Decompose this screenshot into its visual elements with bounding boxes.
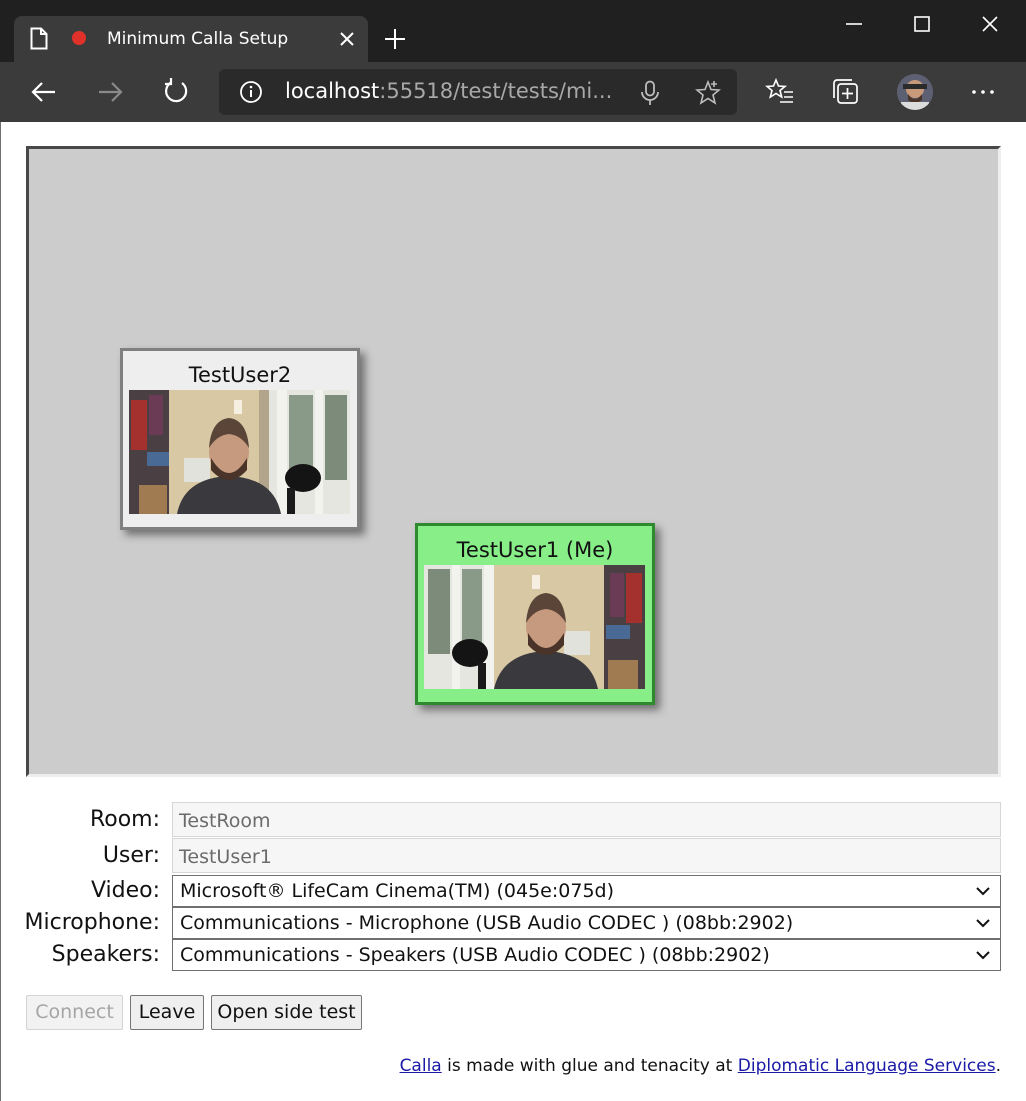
more-icon[interactable] — [968, 77, 998, 107]
address-bar[interactable]: localhost:55518/test/tests/mi... — [219, 69, 737, 115]
user-field[interactable]: TestUser1 — [172, 838, 1001, 873]
video-frame-image — [424, 565, 645, 689]
url-text[interactable]: localhost:55518/test/tests/mi... — [285, 79, 612, 103]
speakers-select[interactable]: Communications - Speakers (USB Audio COD… — [172, 939, 1001, 971]
window-close-icon[interactable] — [976, 10, 1004, 38]
url-host: localhost — [285, 79, 380, 103]
participant-tile[interactable]: TestUser2 — [120, 348, 360, 530]
participant-video — [129, 390, 350, 514]
video-frame-image — [129, 390, 350, 514]
microphone-select-value: Communications - Microphone (USB Audio C… — [180, 912, 794, 934]
info-icon[interactable] — [239, 80, 263, 104]
speakers-label: Speakers: — [51, 942, 160, 967]
recording-dot-icon — [72, 31, 86, 45]
call-stage: TestUser2 TestUser1 (Me) — [26, 146, 1001, 777]
footer-text: is made with glue and tenacity at — [441, 1056, 738, 1076]
page-icon — [30, 27, 48, 50]
favorites-list-icon[interactable] — [765, 77, 795, 107]
speakers-select-value: Communications - Speakers (USB Audio COD… — [180, 944, 770, 966]
participant-tile-me[interactable]: TestUser1 (Me) — [415, 523, 655, 705]
microphone-icon[interactable] — [639, 80, 661, 106]
close-tab-icon[interactable] — [336, 28, 358, 50]
leave-button[interactable]: Leave — [130, 995, 204, 1030]
minimize-icon[interactable] — [840, 10, 868, 38]
back-arrow-icon[interactable] — [29, 77, 59, 107]
user-label: User: — [102, 843, 160, 868]
browser-title-bar: Minimum Calla Setup — [0, 0, 1026, 62]
footer: Calla is made with glue and tenacity at … — [400, 1056, 1001, 1076]
footer-period: . — [995, 1056, 1001, 1076]
chevron-down-icon — [976, 919, 990, 928]
browser-toolbar: localhost:55518/test/tests/mi... — [0, 62, 1026, 122]
microphone-select[interactable]: Communications - Microphone (USB Audio C… — [172, 907, 1001, 939]
collections-icon[interactable] — [831, 77, 861, 107]
video-select-value: Microsoft® LifeCam Cinema(TM) (045e:075d… — [180, 880, 615, 902]
calla-link[interactable]: Calla — [400, 1056, 442, 1076]
room-field[interactable]: TestRoom — [172, 802, 1001, 837]
room-label: Room: — [89, 807, 160, 832]
url-path: :55518/test/tests/mi... — [379, 79, 613, 103]
dls-link[interactable]: Diplomatic Language Services — [738, 1056, 996, 1076]
maximize-icon[interactable] — [908, 10, 936, 38]
forward-arrow-icon[interactable] — [95, 77, 125, 107]
chevron-down-icon — [976, 951, 990, 960]
browser-tab[interactable]: Minimum Calla Setup — [14, 16, 368, 62]
profile-avatar[interactable] — [897, 74, 933, 110]
connect-button[interactable]: Connect — [26, 995, 123, 1030]
new-tab-plus-icon[interactable] — [382, 26, 408, 52]
participant-name: TestUser2 — [188, 363, 292, 387]
tab-title: Minimum Calla Setup — [107, 29, 289, 49]
avatar-image — [897, 74, 933, 110]
participant-name: TestUser1 (Me) — [456, 538, 614, 562]
participant-video — [424, 565, 645, 689]
star-icon[interactable] — [695, 80, 721, 106]
microphone-label: Microphone: — [24, 910, 160, 935]
open-side-test-button[interactable]: Open side test — [211, 995, 362, 1030]
page-edge — [0, 122, 1, 1101]
refresh-icon[interactable] — [161, 76, 191, 106]
video-label: Video: — [90, 878, 160, 903]
video-select[interactable]: Microsoft® LifeCam Cinema(TM) (045e:075d… — [172, 875, 1001, 907]
chevron-down-icon — [976, 887, 990, 896]
